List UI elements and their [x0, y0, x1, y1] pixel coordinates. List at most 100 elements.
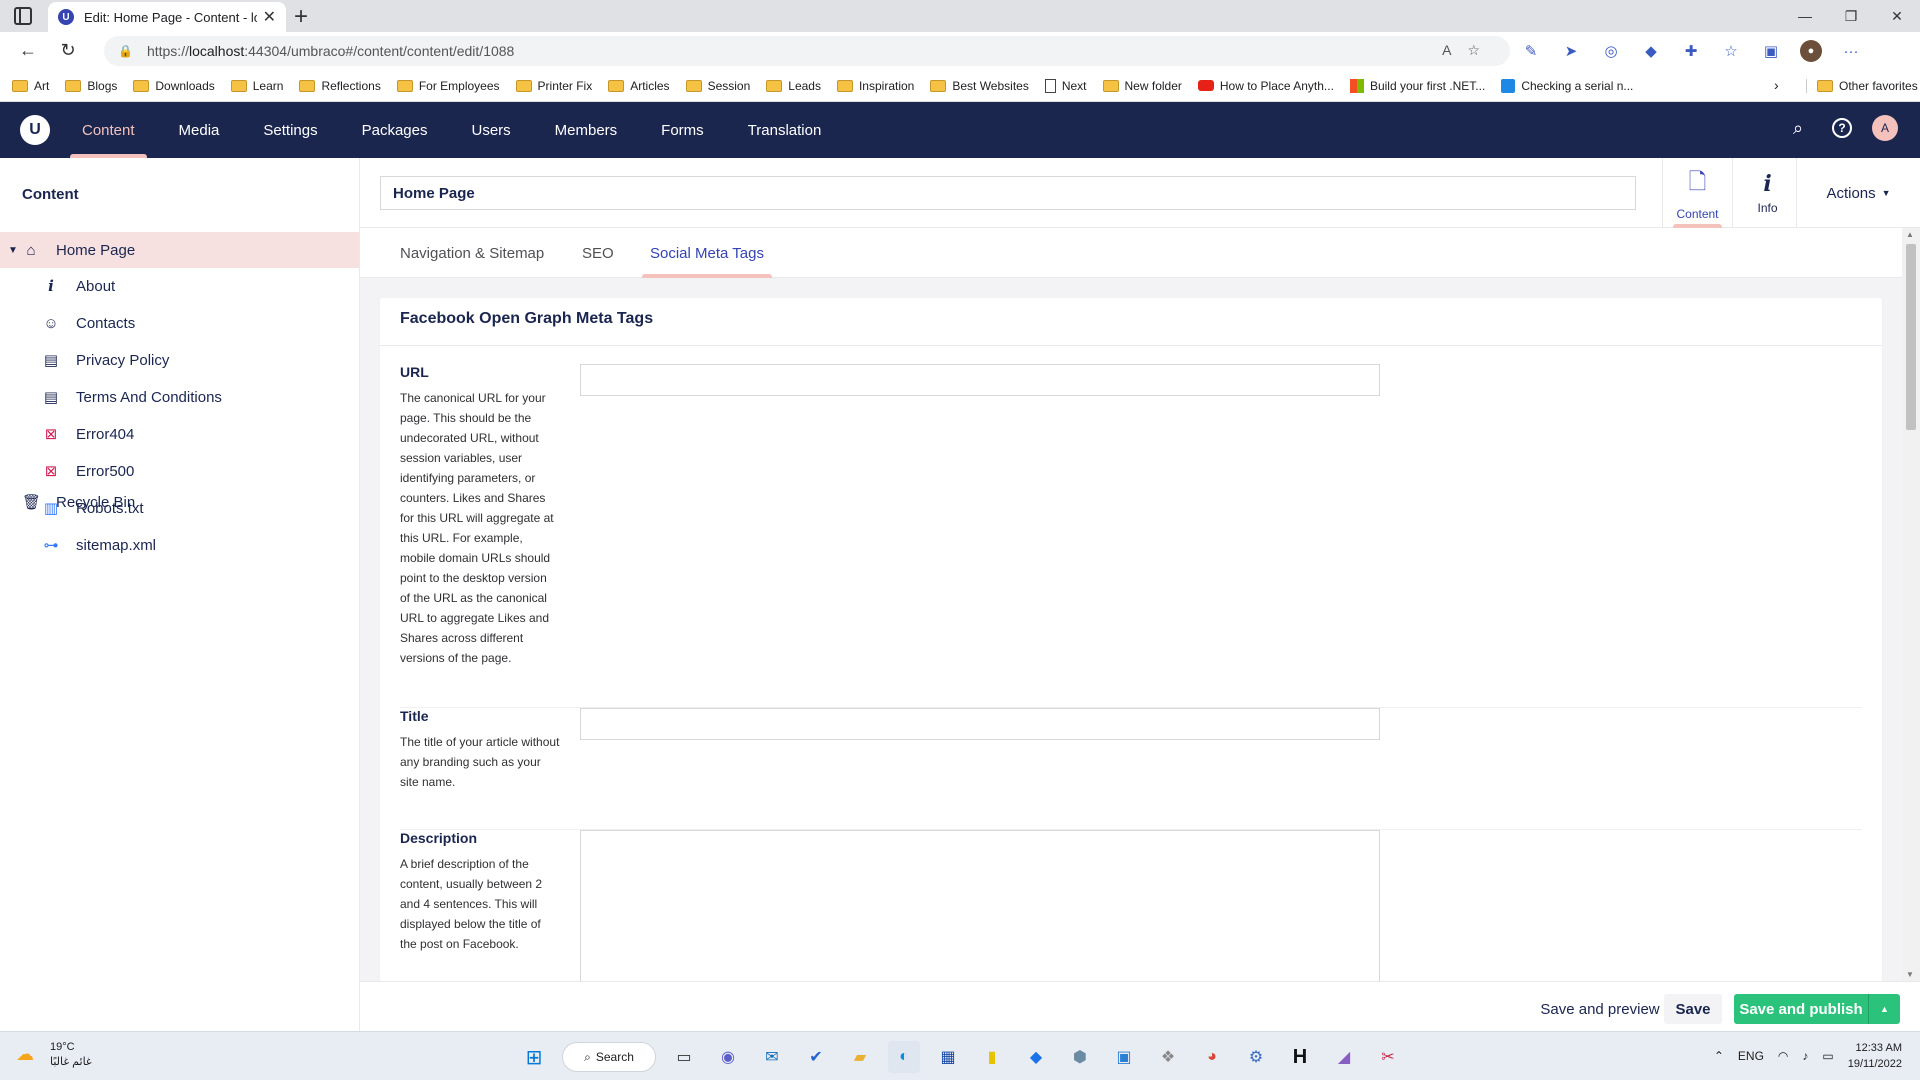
- read-aloud-favorite-icons[interactable]: A☆: [1442, 42, 1496, 59]
- tree-item-terms-and-conditions[interactable]: ▤ Terms And Conditions: [0, 379, 359, 415]
- close-window-icon[interactable]: ✕: [1874, 0, 1920, 32]
- tab-seo[interactable]: SEO: [574, 228, 622, 278]
- taskbar-search[interactable]: ⌕ Search: [562, 1042, 656, 1072]
- tray-chevron-icon[interactable]: ⌃: [1714, 1049, 1724, 1063]
- chrome-icon[interactable]: ◕: [1196, 1041, 1228, 1073]
- bookmark-session[interactable]: Session: [685, 79, 750, 93]
- publish-options-caret-icon[interactable]: ▲: [1868, 994, 1900, 1024]
- bookmark-downloads[interactable]: Downloads: [133, 79, 215, 93]
- scrollbar-thumb[interactable]: [1906, 244, 1916, 430]
- tree-item-recycle-bin[interactable]: 🗑 Recycle Bin: [0, 484, 359, 520]
- wifi-icon[interactable]: ◠: [1778, 1049, 1788, 1063]
- store-icon[interactable]: ▦: [932, 1041, 964, 1073]
- tree-item-home-page[interactable]: ▼ ⌂ Home Page: [0, 232, 359, 268]
- restore-icon[interactable]: ❐: [1828, 0, 1874, 32]
- section-members[interactable]: Members: [533, 102, 640, 158]
- tab-navigation-sitemap[interactable]: Navigation & Sitemap: [392, 228, 552, 278]
- search-icon[interactable]: ⌕: [1784, 114, 1812, 142]
- umbraco-logo-icon[interactable]: U: [20, 115, 50, 145]
- network-app-icon[interactable]: ❖: [1152, 1041, 1184, 1073]
- favorites-icon[interactable]: ☆: [1720, 40, 1742, 62]
- lock-icon[interactable]: 🔒: [118, 44, 133, 58]
- file-explorer-icon[interactable]: ▰: [844, 1041, 876, 1073]
- teams-chat-icon[interactable]: ◉: [712, 1041, 744, 1073]
- bookmark-for-employees[interactable]: For Employees: [396, 79, 500, 93]
- remote-desktop-icon[interactable]: ▣: [1108, 1041, 1140, 1073]
- section-content[interactable]: Content: [60, 102, 157, 158]
- close-tab-icon[interactable]: ✕: [263, 7, 276, 27]
- bookmark-how-to-place-anyth[interactable]: How to Place Anyth...: [1197, 79, 1334, 93]
- bookmark-checking-a-serial-n[interactable]: Checking a serial n...: [1501, 78, 1633, 93]
- refresh-icon[interactable]: ↻: [56, 40, 80, 61]
- python-icon[interactable]: ⚙: [1240, 1041, 1272, 1073]
- user-avatar[interactable]: A: [1872, 115, 1898, 141]
- actions-dropdown[interactable]: Actions ▼: [1796, 158, 1920, 228]
- battery-icon[interactable]: ▭: [1822, 1049, 1833, 1063]
- extension-pen-icon[interactable]: ✎: [1520, 40, 1542, 62]
- bookmark-learn[interactable]: Learn: [230, 79, 283, 93]
- node-name-input[interactable]: Home Page: [380, 176, 1636, 210]
- bookmark-build-your-first-net[interactable]: Build your first .NET...: [1349, 78, 1485, 93]
- bookmark-best-websites[interactable]: Best Websites: [930, 79, 1029, 93]
- extension-shield-icon[interactable]: ◆: [1640, 40, 1662, 62]
- other-favorites[interactable]: Other favorites: [1806, 79, 1918, 93]
- scroll-down-icon[interactable]: ▼: [1906, 970, 1914, 979]
- bookmark-next[interactable]: Next: [1044, 78, 1087, 93]
- bookmark-new-folder[interactable]: New folder: [1102, 79, 1182, 93]
- editor-scrollbar[interactable]: ▲ ▼: [1902, 228, 1920, 981]
- visual-studio-icon[interactable]: ◢: [1328, 1041, 1360, 1073]
- collections-icon[interactable]: ▣: [1760, 40, 1782, 62]
- url-field[interactable]: 🔒 https://localhost:44304/umbraco#/conte…: [104, 36, 1510, 66]
- tree-item-about[interactable]: i About: [0, 268, 359, 304]
- edge-icon[interactable]: ◐: [888, 1041, 920, 1073]
- tab-actions-icon[interactable]: [14, 7, 32, 25]
- bookmark-printer-fix[interactable]: Printer Fix: [515, 79, 592, 93]
- weather-widget[interactable]: ☁ 19°C غائم غالبًا: [16, 1040, 92, 1070]
- tree-item-error404[interactable]: ⊠ Error404: [0, 416, 359, 452]
- scroll-up-icon[interactable]: ▲: [1906, 230, 1914, 239]
- app-cube-icon[interactable]: ◆: [1020, 1041, 1052, 1073]
- help-icon[interactable]: ?: [1832, 118, 1852, 138]
- app-tab-content[interactable]: 🗋 Content: [1662, 158, 1732, 228]
- language-indicator[interactable]: ENG: [1738, 1049, 1764, 1063]
- bookmarks-overflow-chevron-icon[interactable]: ›: [1774, 77, 1779, 93]
- section-settings[interactable]: Settings: [241, 102, 339, 158]
- extension-arrow-icon[interactable]: ➤: [1560, 40, 1582, 62]
- clock[interactable]: 12:33 AM 19/11/2022: [1848, 1040, 1902, 1072]
- todo-icon[interactable]: ✔: [800, 1041, 832, 1073]
- tree-item-contacts[interactable]: ☺ Contacts: [0, 305, 359, 341]
- url-input[interactable]: [580, 364, 1380, 396]
- bookmark-articles[interactable]: Articles: [608, 79, 670, 93]
- section-media[interactable]: Media: [157, 102, 242, 158]
- tab-social-meta-tags[interactable]: Social Meta Tags: [642, 228, 772, 278]
- app-h-icon[interactable]: H: [1284, 1041, 1316, 1073]
- section-packages[interactable]: Packages: [340, 102, 450, 158]
- start-windows-icon[interactable]: ⊞: [518, 1041, 550, 1073]
- caret-down-icon[interactable]: ▼: [8, 245, 18, 256]
- tree-item-sitemap-xml[interactable]: ⊶ sitemap.xml: [0, 527, 359, 563]
- save-and-publish-button[interactable]: Save and publish: [1734, 994, 1868, 1024]
- bookmark-art[interactable]: Art: [12, 79, 49, 93]
- bookmark-reflections[interactable]: Reflections: [299, 79, 381, 93]
- save-button[interactable]: Save: [1664, 994, 1722, 1024]
- minimize-icon[interactable]: —: [1782, 0, 1828, 32]
- bookmark-inspiration[interactable]: Inspiration: [836, 79, 914, 93]
- section-translation[interactable]: Translation: [726, 102, 844, 158]
- back-icon[interactable]: ←: [16, 40, 40, 61]
- save-and-preview-button[interactable]: Save and preview: [1518, 994, 1682, 1024]
- volume-icon[interactable]: ♪: [1802, 1049, 1808, 1063]
- app-tab-info[interactable]: i Info: [1732, 158, 1802, 228]
- tree-item-privacy-policy[interactable]: ▤ Privacy Policy: [0, 342, 359, 378]
- bookmark-blogs[interactable]: Blogs: [65, 79, 117, 93]
- sticky-notes-icon[interactable]: ▮: [976, 1041, 1008, 1073]
- app-shield-icon[interactable]: ⬢: [1064, 1041, 1096, 1073]
- extension-circle-icon[interactable]: ◎: [1600, 40, 1622, 62]
- outlook-icon[interactable]: ✉: [756, 1041, 788, 1073]
- extensions-puzzle-icon[interactable]: ✚: [1680, 40, 1702, 62]
- snipping-tool-icon[interactable]: ✂: [1372, 1041, 1404, 1073]
- task-view-icon[interactable]: ▭: [668, 1041, 700, 1073]
- section-users[interactable]: Users: [449, 102, 532, 158]
- profile-avatar[interactable]: ●: [1800, 40, 1822, 62]
- browser-tab[interactable]: U Edit: Home Page - Content - loca ✕: [48, 2, 286, 32]
- settings-more-icon[interactable]: ···: [1840, 40, 1862, 62]
